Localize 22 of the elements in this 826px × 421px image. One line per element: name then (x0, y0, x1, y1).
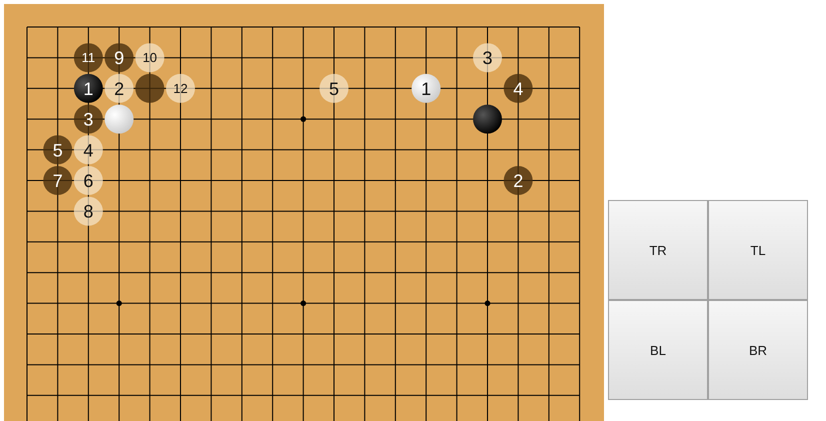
ghost-stone: 5 (320, 74, 348, 103)
ghost-stone: 7 (43, 166, 72, 195)
ghost-stone: 2 (104, 74, 134, 103)
ghost-stone: 11 (74, 43, 103, 72)
ghost-stone: 8 (74, 196, 103, 226)
ghost-stone: 5 (43, 135, 72, 164)
ghost-stone: 4 (504, 74, 533, 103)
go-board[interactable]: 11 9 10 3 1 2 12 5 1 4 3 5 4 7 6 2 8 (4, 4, 604, 421)
ghost-stone: 3 (473, 43, 502, 72)
ghost-stone: 6 (74, 166, 103, 195)
corner-button[interactable]: BL (608, 300, 708, 400)
ghost-stone: 4 (74, 135, 103, 164)
stone: 1 (74, 74, 103, 103)
ghost-stone: 9 (104, 43, 134, 72)
ghost-stone: 12 (166, 74, 195, 103)
ghost-stone: 2 (504, 166, 533, 195)
corner-button[interactable]: TR (608, 200, 708, 300)
corner-button[interactable]: BR (708, 300, 808, 400)
stone: 1 (412, 74, 441, 103)
ghost-stone: 10 (135, 43, 164, 72)
ghost-stone: 3 (74, 104, 103, 134)
corner-button[interactable]: TL (708, 200, 808, 300)
